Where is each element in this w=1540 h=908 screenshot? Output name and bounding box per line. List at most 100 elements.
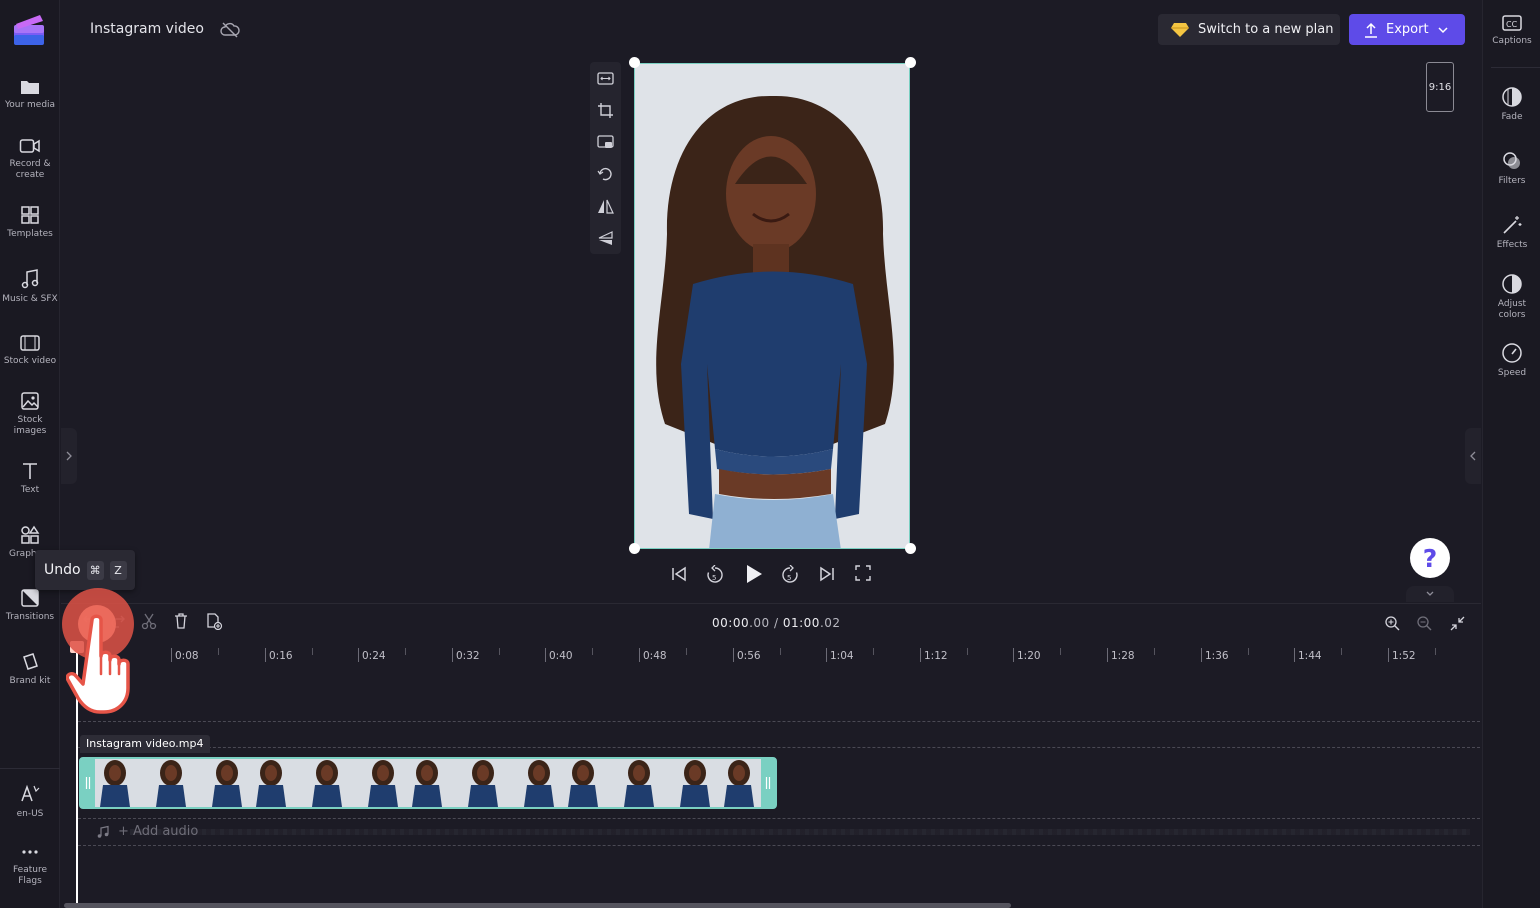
help-button[interactable]: ? — [1410, 538, 1450, 578]
video-preview-canvas[interactable] — [634, 63, 910, 549]
ruler-tick — [1294, 648, 1295, 662]
nav-stock-video[interactable]: Stock video — [0, 334, 60, 367]
fit-timeline-icon[interactable] — [1449, 615, 1466, 632]
project-title[interactable]: Instagram video — [90, 21, 204, 37]
nav-your-media[interactable]: Your media — [0, 78, 60, 111]
thumbnail-frame — [509, 759, 561, 807]
resize-handle-top-right[interactable] — [905, 57, 916, 68]
help-collapse[interactable] — [1406, 586, 1454, 602]
nav-feature-flags[interactable]: Feature Flags — [0, 843, 60, 887]
clip-trim-handle-left[interactable] — [81, 759, 95, 807]
grip-icon — [765, 777, 771, 789]
right-sidebar: CC Captions Fade Filters Effects Adjust … — [1482, 0, 1540, 908]
nav-transitions[interactable]: Transitions — [0, 588, 60, 623]
clip-trim-handle-right[interactable] — [761, 759, 775, 807]
nav-effects[interactable]: Effects — [1483, 214, 1540, 251]
ruler-label: 0:24 — [362, 650, 386, 662]
nav-stock-images[interactable]: Stock images — [0, 391, 60, 437]
templates-icon — [21, 206, 39, 224]
ruler-label: 0:16 — [269, 650, 293, 662]
clipchamp-logo[interactable] — [12, 13, 46, 47]
preview-frame-image — [635, 64, 909, 548]
ruler-subtick — [1060, 648, 1061, 655]
speedometer-icon — [1502, 343, 1522, 363]
nav-music-sfx[interactable]: Music & SFX — [0, 268, 60, 305]
duplicate-icon[interactable] — [205, 612, 223, 630]
export-button[interactable]: Export — [1349, 14, 1465, 45]
nav-filters[interactable]: Filters — [1483, 150, 1540, 187]
ruler-tick — [1388, 648, 1389, 662]
ruler-label: 0:56 — [737, 650, 761, 662]
fullscreen-icon[interactable] — [855, 565, 871, 581]
resize-handle-bottom-right[interactable] — [905, 543, 916, 554]
skip-back-icon[interactable] — [670, 565, 688, 583]
cloud-off-icon — [220, 22, 240, 38]
ruler-subtick — [967, 648, 968, 655]
ruler-tick — [171, 648, 172, 662]
rewind-5-icon[interactable]: 5 — [706, 565, 724, 585]
clip-thumbnail — [405, 759, 457, 807]
ruler-subtick — [1154, 648, 1155, 655]
nav-adjust-colors[interactable]: Adjust colors — [1483, 273, 1540, 321]
collapse-right-panel[interactable] — [1465, 428, 1481, 484]
right-divider — [1491, 67, 1540, 68]
z-key: Z — [109, 560, 127, 580]
transitions-icon — [21, 589, 39, 607]
add-audio-row[interactable]: + Add audio — [96, 824, 198, 839]
zoom-out-icon[interactable] — [1416, 615, 1433, 632]
audio-track-guide — [78, 818, 1480, 819]
nav-brand-kit[interactable]: Brand kit — [0, 652, 60, 687]
play-icon[interactable] — [744, 563, 764, 585]
crop-icon[interactable] — [597, 102, 614, 119]
nav-captions[interactable]: CC Captions — [1483, 14, 1540, 47]
resize-handle-top-left[interactable] — [629, 57, 640, 68]
nav-text[interactable]: Text — [0, 461, 60, 496]
undo-tooltip: Undo ⌘ Z — [35, 550, 135, 590]
delete-icon[interactable] — [172, 612, 190, 630]
svg-text:CC: CC — [1506, 20, 1518, 29]
ruler-label: 1:52 — [1392, 650, 1416, 662]
flip-vertical-icon[interactable] — [597, 230, 614, 247]
skip-forward-icon[interactable] — [818, 565, 836, 583]
fit-icon[interactable] — [597, 70, 614, 87]
ruler-label: 1:20 — [1017, 650, 1041, 662]
nav-fade[interactable]: Fade — [1483, 86, 1540, 123]
brand-kit-icon — [23, 653, 38, 670]
left-divider — [0, 768, 60, 769]
ruler-label: 1:36 — [1205, 650, 1229, 662]
fade-icon — [1502, 87, 1522, 107]
rotate-icon[interactable] — [597, 166, 614, 183]
flip-horizontal-icon[interactable] — [597, 198, 614, 215]
clip-name-label: Instagram video.mp4 — [80, 735, 210, 753]
zoom-in-icon[interactable] — [1384, 615, 1401, 632]
audio-track-placeholder — [130, 829, 1470, 835]
thumbnail-frame — [613, 759, 665, 807]
command-key: ⌘ — [86, 560, 104, 580]
ruler-label: 1:28 — [1111, 650, 1135, 662]
aspect-ratio-button[interactable]: 9:16 — [1426, 62, 1454, 112]
resize-handle-bottom-left[interactable] — [629, 543, 640, 554]
collapse-left-panel[interactable] — [61, 428, 77, 484]
thumbnail-frame — [457, 759, 509, 807]
thumbnail-frame — [145, 759, 197, 807]
clip-thumbnail — [509, 759, 561, 807]
clip-thumbnail — [93, 759, 145, 807]
switch-plan-button[interactable]: Switch to a new plan — [1158, 14, 1340, 45]
nav-speed[interactable]: Speed — [1483, 342, 1540, 379]
folder-icon — [21, 81, 39, 94]
thumbnail-frame — [249, 759, 301, 807]
nav-language[interactable]: en-US — [0, 783, 60, 820]
nav-templates[interactable]: Templates — [0, 205, 60, 240]
video-clip[interactable] — [79, 757, 777, 809]
language-icon — [21, 784, 40, 802]
pip-icon[interactable] — [597, 134, 614, 151]
ruler-tick — [920, 648, 921, 662]
scissors-icon[interactable] — [140, 612, 158, 630]
thumbnail-frame — [665, 759, 717, 807]
music-note-icon — [21, 269, 39, 289]
forward-5-icon[interactable]: 5 — [781, 565, 799, 585]
timeline-scrollbar[interactable] — [64, 903, 1011, 908]
ruler-label: 0:40 — [549, 650, 573, 662]
ruler-tick — [265, 648, 266, 662]
nav-record-create[interactable]: Record & create — [0, 137, 60, 181]
